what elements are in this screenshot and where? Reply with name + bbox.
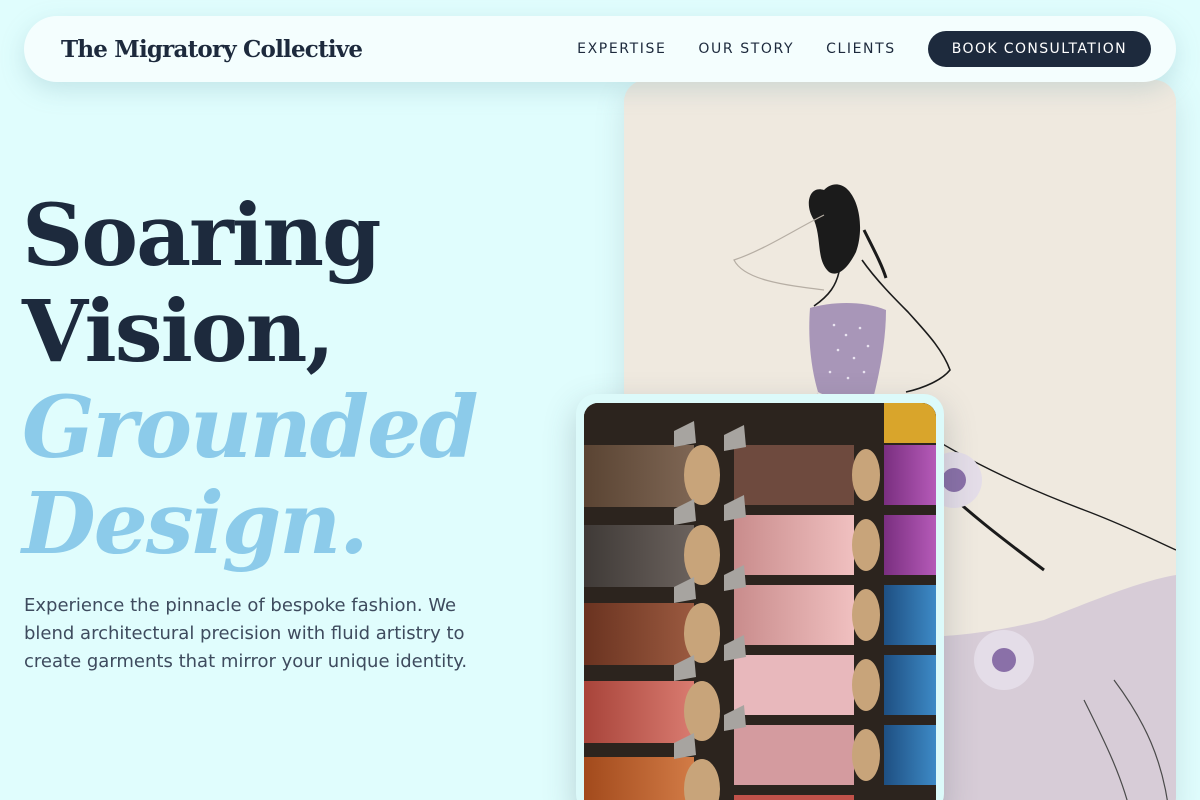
navigation-bar: The Migratory Collective EXPERTISE OUR S… (24, 16, 1176, 82)
headline-line-2: Vision, (22, 282, 335, 382)
hero-headline: Soaring Vision, Grounded Design. (22, 188, 542, 572)
headline-line-3: Grounded (22, 378, 479, 478)
nav-link-expertise[interactable]: EXPERTISE (577, 41, 666, 57)
headline-line-1: Soaring (22, 186, 381, 286)
nav-link-clients[interactable]: CLIENTS (826, 41, 896, 57)
thread-spools-frame (584, 403, 936, 800)
hero-subtitle: Experience the pinnacle of bespoke fashi… (24, 595, 468, 672)
hero-section: Soaring Vision, Grounded Design. (22, 188, 542, 572)
thread-spools-icon (584, 403, 936, 800)
book-consultation-button[interactable]: BOOK CONSULTATION (927, 31, 1151, 67)
brand-logo[interactable]: The Migratory Collective (61, 36, 363, 63)
thread-spools-image (576, 394, 944, 800)
headline-line-4: Design. (22, 474, 369, 574)
nav-links: EXPERTISE OUR STORY CLIENTS BOOK CONSULT… (545, 31, 1151, 67)
nav-link-our-story[interactable]: OUR STORY (698, 41, 794, 57)
